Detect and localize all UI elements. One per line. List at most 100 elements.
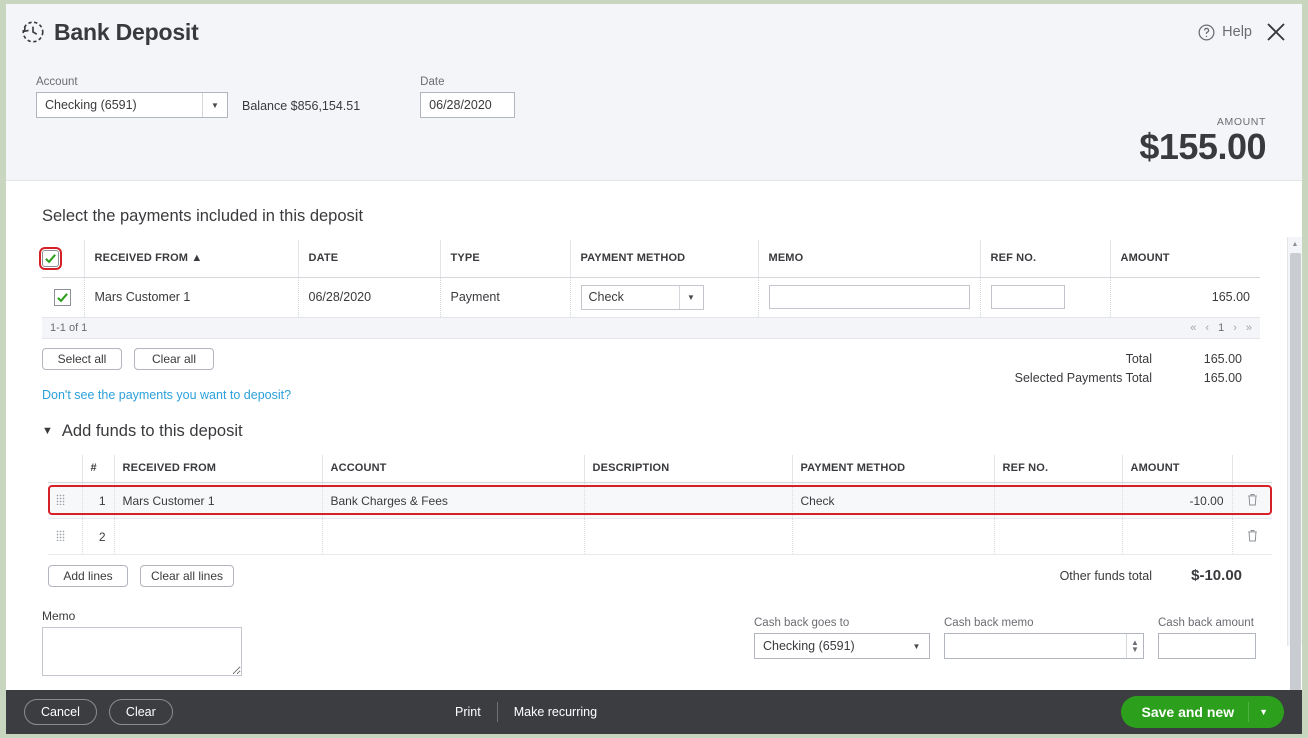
cell-af-received-from[interactable]: Mars Customer 1 [114, 482, 323, 519]
first-page-button[interactable]: « [1190, 322, 1196, 334]
clear-all-button[interactable]: Clear all [134, 347, 214, 370]
cell-memo [758, 277, 981, 318]
col-af-delete [1232, 454, 1272, 483]
memo-textarea[interactable] [42, 627, 242, 676]
add-lines-button[interactable]: Add lines [48, 565, 128, 587]
last-page-button[interactable]: » [1246, 322, 1252, 334]
cell-received-from[interactable]: Mars Customer 1 [84, 277, 299, 318]
chevron-down-icon: ▼ [202, 93, 227, 117]
cell-line-number: 2 [82, 518, 115, 555]
history-clock-icon[interactable] [20, 19, 46, 45]
account-select[interactable]: Checking (6591) ▼ [36, 92, 228, 118]
help-button[interactable]: Help [1197, 23, 1252, 42]
chevron-down-icon: ▼ [912, 641, 921, 651]
cell-af-description[interactable] [584, 482, 793, 519]
scroll-up-icon[interactable]: ▲ [1288, 237, 1302, 252]
memo-input[interactable] [768, 285, 970, 309]
cell-af-amount[interactable] [1122, 518, 1233, 555]
current-page[interactable]: 1 [1218, 322, 1224, 334]
check-icon [57, 292, 69, 302]
add-funds-title: Add funds to this deposit [61, 421, 243, 440]
dont-see-payments-link[interactable]: Don't see the payments you want to depos… [42, 388, 291, 402]
cash-back-amount-input[interactable] [1158, 633, 1256, 659]
save-and-new-label: Save and new [1141, 704, 1235, 720]
col-line-number: # [82, 454, 115, 483]
add-funds-heading[interactable]: ▼ Add funds to this deposit [42, 422, 1272, 441]
check-icon [45, 253, 56, 264]
cell-af-description[interactable] [584, 518, 793, 555]
payment-method-select[interactable]: Check ▼ [580, 284, 704, 310]
make-recurring-link[interactable]: Make recurring [498, 705, 613, 719]
next-page-button[interactable]: › [1233, 322, 1237, 334]
other-funds-total: Other funds total $-10.00 [960, 567, 1242, 584]
stepper-control[interactable]: ▲ ▼ [1126, 634, 1143, 658]
selected-total-line: Selected Payments Total 165.00 [942, 369, 1242, 388]
footer-links: Print Make recurring [439, 702, 613, 722]
cash-back-row: Cash back goes to Checking (6591) ▼ Cash… [754, 617, 1256, 659]
payments-pagination-row: 1-1 of 1 « ‹ 1 › » [42, 317, 1260, 339]
table-row[interactable]: 2 [48, 518, 1272, 555]
dialog-body: Select the payments included in this dep… [6, 181, 1302, 690]
cash-back-account-value: Checking (6591) [763, 639, 855, 653]
close-x-icon[interactable] [1264, 20, 1288, 44]
page-title: Bank Deposit [54, 18, 199, 45]
col-drag [48, 454, 83, 483]
cash-back-account-group: Cash back goes to Checking (6591) ▼ [754, 617, 930, 659]
col-type[interactable]: TYPE [440, 240, 571, 278]
cell-af-account[interactable] [322, 518, 585, 555]
cell-af-delete [1232, 482, 1272, 519]
col-af-amount: AMOUNT [1122, 454, 1233, 483]
save-and-new-button[interactable]: Save and new ▼ [1121, 696, 1284, 728]
cash-back-memo-input[interactable]: ▲ ▼ [944, 633, 1144, 659]
col-date[interactable]: DATE [298, 240, 441, 278]
cell-af-account[interactable]: Bank Charges & Fees [322, 482, 585, 519]
table-row: Mars Customer 1 06/28/2020 Payment Check… [42, 277, 1260, 318]
save-dropdown-caret-icon[interactable]: ▼ [1259, 707, 1276, 717]
cell-af-amount[interactable]: -10.00 [1122, 482, 1233, 519]
date-label: Date [420, 76, 445, 88]
col-payment-method[interactable]: PAYMENT METHOD [570, 240, 759, 278]
col-af-account: ACCOUNT [322, 454, 585, 483]
payments-totals: Total 165.00 Selected Payments Total 165… [942, 350, 1242, 388]
other-funds-value: $-10.00 [1191, 567, 1242, 584]
drag-handle-icon[interactable] [56, 493, 65, 505]
dialog-footer: Cancel Clear Print Make recurring Save a… [6, 690, 1302, 734]
selected-total-value: 165.00 [1203, 371, 1242, 385]
drag-handle-icon[interactable] [56, 529, 65, 541]
cell-af-payment-method[interactable]: Check [792, 482, 995, 519]
select-all-checkbox[interactable] [39, 246, 62, 270]
dialog-titlebar: Bank Deposit Help [6, 4, 1302, 60]
cash-back-account-select[interactable]: Checking (6591) ▼ [754, 633, 930, 659]
stepper-down-icon[interactable]: ▼ [1131, 646, 1139, 654]
vertical-scrollbar[interactable]: ▲ [1287, 237, 1302, 690]
col-received-from[interactable]: RECEIVED FROM ▲ [84, 240, 299, 278]
add-funds-header-row: # RECEIVED FROM ACCOUNT DESCRIPTION PAYM… [48, 454, 1272, 483]
col-memo[interactable]: MEMO [758, 240, 981, 278]
clear-button[interactable]: Clear [108, 699, 173, 725]
table-row[interactable]: 1 Mars Customer 1 Bank Charges & Fees Ch… [48, 482, 1272, 519]
cell-af-ref-no[interactable] [994, 482, 1123, 519]
prev-page-button[interactable]: ‹ [1205, 322, 1209, 334]
print-link[interactable]: Print [439, 705, 497, 719]
col-ref-no[interactable]: REF NO. [980, 240, 1111, 278]
select-all-button[interactable]: Select all [42, 347, 122, 370]
ref-no-input[interactable] [990, 285, 1065, 309]
trash-icon[interactable] [1246, 528, 1259, 543]
cell-amount: 165.00 [1110, 277, 1260, 318]
cancel-button[interactable]: Cancel [24, 699, 97, 725]
row-checkbox[interactable] [54, 288, 72, 306]
selected-total-label: Selected Payments Total [1014, 371, 1152, 385]
trash-icon[interactable] [1246, 492, 1259, 507]
date-input[interactable]: 06/28/2020 [420, 92, 516, 118]
account-select-value: Checking (6591) [45, 98, 137, 112]
question-circle-icon [1198, 24, 1215, 40]
clear-all-lines-button[interactable]: Clear all lines [140, 565, 235, 587]
col-amount[interactable]: AMOUNT [1110, 240, 1260, 278]
cell-af-ref-no[interactable] [994, 518, 1123, 555]
cash-back-account-label: Cash back goes to [754, 617, 850, 629]
row-select-cell [42, 277, 85, 318]
cell-af-payment-method[interactable] [792, 518, 995, 555]
cell-type: Payment [440, 277, 571, 318]
scrollbar-thumb[interactable] [1290, 253, 1301, 690]
cell-af-received-from[interactable] [114, 518, 323, 555]
